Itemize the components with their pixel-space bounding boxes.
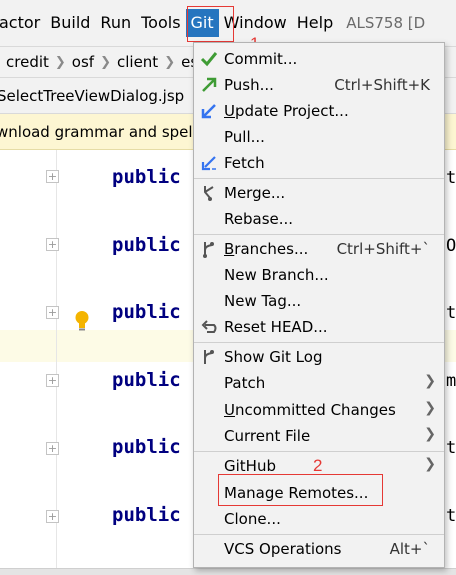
project-title: ALS758 [D (346, 14, 426, 32)
fold-icon[interactable]: + (46, 510, 59, 523)
branch-icon (203, 242, 214, 258)
fold-icon[interactable]: + (46, 170, 59, 183)
merge-icon (204, 186, 214, 201)
menu-separator (194, 178, 444, 179)
update-arrow-icon (201, 104, 216, 119)
menu-item-branches[interactable]: Branches... Ctrl+Shift+` (194, 236, 444, 262)
git-log-icon (204, 350, 214, 364)
git-dropdown-menu: Commit... Push... Ctrl+Shift+K Update Pr… (193, 42, 445, 568)
menu-item-new-branch[interactable]: New Branch... (194, 262, 444, 288)
shortcut-push: Ctrl+Shift+K (334, 76, 430, 94)
reset-icon (201, 320, 217, 333)
tab-file[interactable]: SelectTreeViewDialog.jsp (0, 87, 184, 105)
menu-item-manage-remotes[interactable]: Manage Remotes... (194, 480, 444, 506)
menu-help[interactable]: Help (292, 9, 338, 37)
menu-separator (194, 534, 444, 535)
menu-build[interactable]: Build (45, 9, 95, 37)
menu-item-fetch[interactable]: Fetch (194, 150, 444, 176)
breadcrumb-client[interactable]: client (111, 53, 164, 71)
menu-item-push[interactable]: Push... Ctrl+Shift+K (194, 72, 444, 98)
code-keyword: public (112, 166, 181, 188)
code-keyword: public (112, 369, 181, 391)
code-line-tail: m (446, 371, 456, 391)
menu-separator (194, 342, 444, 343)
notification-text: wnload grammar and spellin (0, 122, 211, 141)
submenu-arrow-icon: ❯ (424, 400, 436, 416)
fold-icon[interactable]: + (46, 374, 59, 387)
code-line-tail: t (446, 168, 456, 188)
code-line-tail: t (446, 506, 456, 526)
fetch-icon (201, 156, 216, 171)
menu-window[interactable]: Window (219, 9, 292, 37)
shortcut-branches: Ctrl+Shift+` (336, 240, 430, 258)
shortcut-vcs-operations: Alt+` (389, 540, 430, 558)
menu-item-reset-head[interactable]: Reset HEAD... (194, 314, 444, 340)
menu-separator (194, 451, 444, 452)
code-line-tail: t (446, 438, 456, 458)
menu-bar: actor Build Run Tools Git Window Help AL… (0, 0, 456, 46)
menu-separator (194, 234, 444, 235)
menu-item-new-tag[interactable]: New Tag... (194, 288, 444, 314)
menu-item-vcs-operations[interactable]: VCS Operations Alt+` (194, 536, 444, 562)
menu-item-uncommitted-changes[interactable]: Uncommitted Changes ❯ (194, 397, 444, 423)
code-line-tail: O (446, 236, 456, 256)
menu-item-commit[interactable]: Commit... (194, 46, 444, 72)
breadcrumb-osf[interactable]: osf (66, 53, 100, 71)
menu-refactor[interactable]: actor (0, 9, 45, 37)
menu-item-show-git-log[interactable]: Show Git Log (194, 344, 444, 370)
push-arrow-icon (202, 77, 217, 92)
submenu-arrow-icon: ❯ (424, 373, 436, 389)
code-line-tail: t (446, 303, 456, 323)
menu-item-rebase[interactable]: Rebase... (194, 206, 444, 232)
menu-tools[interactable]: Tools (136, 9, 185, 37)
fold-icon[interactable]: + (46, 238, 59, 251)
callout-2: 2 (313, 456, 323, 475)
breadcrumb-chevron-icon: ❯ (100, 54, 111, 70)
code-keyword: public (112, 436, 181, 458)
lightbulb-icon[interactable] (74, 310, 90, 332)
fold-icon[interactable]: + (46, 306, 59, 319)
breadcrumb-chevron-icon: ❯ (54, 54, 66, 70)
check-icon (200, 52, 218, 67)
code-keyword: public (112, 301, 181, 323)
menu-item-patch[interactable]: Patch ❯ (194, 370, 444, 396)
submenu-arrow-icon: ❯ (424, 456, 436, 472)
menu-item-merge[interactable]: Merge... (194, 180, 444, 206)
menu-run[interactable]: Run (95, 9, 136, 37)
menu-item-pull[interactable]: Pull... (194, 124, 444, 150)
menu-git[interactable]: Git (185, 9, 219, 37)
code-keyword: public (112, 504, 181, 526)
status-bar (0, 568, 456, 575)
fold-icon[interactable]: + (46, 442, 59, 455)
menu-item-current-file[interactable]: Current File ❯ (194, 423, 444, 449)
code-keyword: public (112, 234, 181, 256)
gutter-divider (56, 150, 57, 568)
menu-item-clone[interactable]: Clone... (194, 506, 444, 532)
breadcrumb-credit[interactable]: credit (0, 53, 55, 71)
ide-window: actor Build Run Tools Git Window Help AL… (0, 0, 456, 575)
submenu-arrow-icon: ❯ (424, 426, 436, 442)
menu-item-update-project[interactable]: Update Project... (194, 98, 444, 124)
breadcrumb-chevron-icon: ❯ (164, 54, 176, 70)
